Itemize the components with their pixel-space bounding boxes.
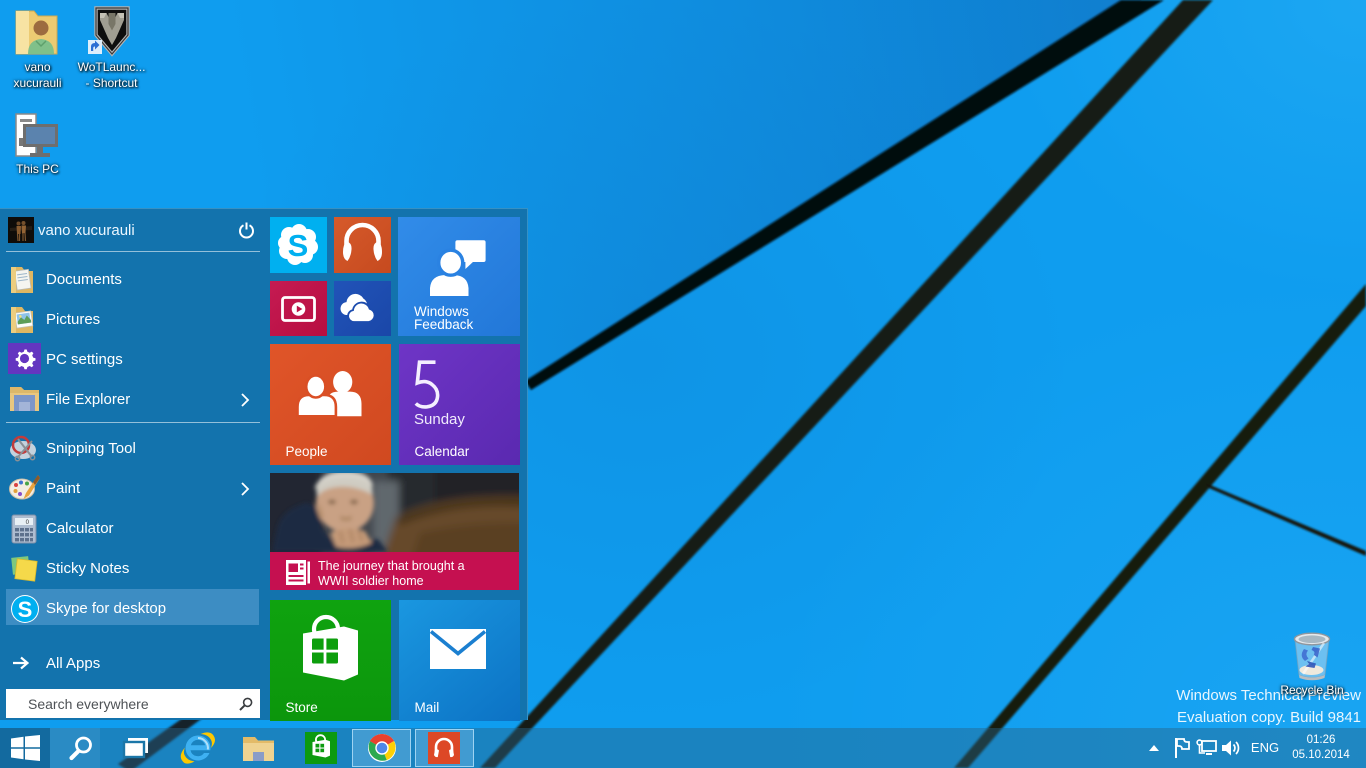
svg-text:S: S — [288, 228, 309, 263]
svg-text:S: S — [18, 597, 33, 622]
